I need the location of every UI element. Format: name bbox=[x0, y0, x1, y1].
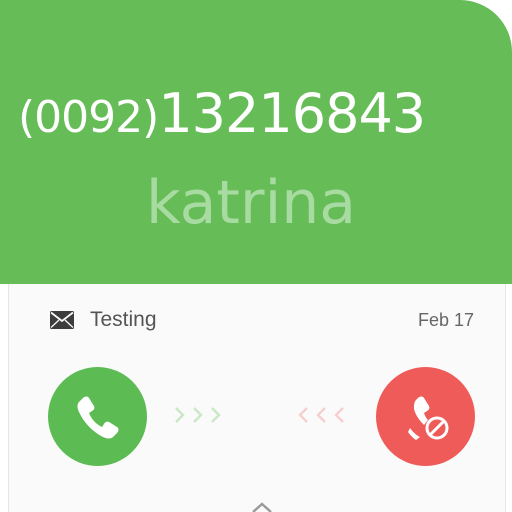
phone-number-main: 13216843 bbox=[158, 82, 426, 145]
message-preview[interactable]: Testing Feb 17 bbox=[50, 308, 480, 334]
accept-call-button[interactable] bbox=[48, 367, 147, 466]
phone-number-prefix: (0092) bbox=[18, 92, 159, 143]
phone-number: (0092)13216843 bbox=[18, 82, 508, 152]
incoming-call-screen: (0092)13216843 katrina Testing Feb 17 bbox=[0, 0, 512, 512]
mail-icon bbox=[50, 311, 74, 329]
swipe-left-chevrons-icon bbox=[298, 407, 344, 423]
message-text: Testing bbox=[90, 308, 157, 331]
caller-header: (0092)13216843 katrina bbox=[0, 0, 512, 284]
caller-name: katrina bbox=[145, 168, 357, 238]
swipe-right-chevrons-icon bbox=[175, 407, 221, 423]
phone-hangup-icon bbox=[408, 396, 449, 440]
phone-icon bbox=[77, 396, 119, 439]
chevron-up-icon[interactable] bbox=[249, 500, 275, 512]
message-date: Feb 17 bbox=[417, 310, 474, 330]
reject-call-button[interactable] bbox=[376, 367, 475, 466]
